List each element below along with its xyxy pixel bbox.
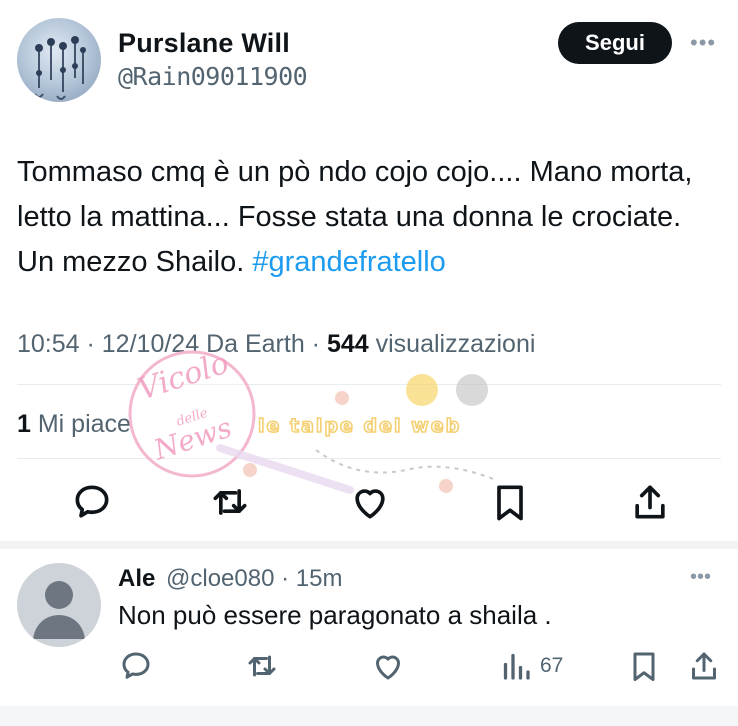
divider bbox=[17, 458, 721, 459]
tweet-time[interactable]: 10:54 bbox=[17, 330, 80, 358]
reply-retweet-icon[interactable] bbox=[244, 648, 280, 684]
reply-more-icon[interactable]: ••• bbox=[690, 566, 711, 589]
section-separator bbox=[0, 541, 738, 549]
views-label: visualizzazioni bbox=[375, 330, 536, 358]
reply-text: Non può essere paragonato a shaila . bbox=[118, 600, 552, 630]
divider bbox=[17, 384, 721, 385]
reply-age: 15m bbox=[295, 565, 343, 592]
tweet-meta: 10:54 · 12/10/24 Da Earth · 544 visualiz… bbox=[17, 330, 536, 358]
reply-bookmark-icon[interactable] bbox=[626, 648, 662, 684]
views-count: 544 bbox=[326, 330, 369, 358]
reply-author-handle[interactable]: @cloe080 · 15m bbox=[166, 565, 342, 593]
reply-like-icon[interactable] bbox=[370, 648, 406, 684]
watermark-banner: le talpe del web bbox=[258, 415, 461, 437]
more-options-icon[interactable]: ••• bbox=[690, 30, 716, 56]
retweet-icon[interactable] bbox=[208, 480, 252, 524]
author-name[interactable]: Purslane Will bbox=[118, 28, 290, 59]
reply-reply-icon[interactable] bbox=[118, 648, 154, 684]
watermark-logo: Vicolo delle News le talpe del web bbox=[128, 346, 497, 494]
reply-icon[interactable] bbox=[70, 480, 114, 524]
reply-author-name[interactable]: Ale bbox=[118, 565, 155, 593]
bookmark-icon[interactable] bbox=[488, 480, 532, 524]
next-item-edge bbox=[0, 706, 738, 726]
hashtag-link[interactable]: #grandefratello bbox=[252, 246, 445, 278]
tweet-text: Tommaso cmq è un pò ndo cojo cojo.... Ma… bbox=[17, 150, 717, 285]
share-icon[interactable] bbox=[628, 480, 672, 524]
likes-summary[interactable]: 1 Mi piace bbox=[17, 410, 131, 439]
author-handle[interactable]: @Rain09011900 bbox=[118, 62, 308, 91]
tweet-source: Da Earth bbox=[206, 330, 305, 358]
like-icon[interactable] bbox=[348, 480, 392, 524]
watermark-stamp-line2: delle bbox=[175, 406, 210, 430]
tweet-date[interactable]: 12/10/24 bbox=[102, 330, 199, 358]
author-avatar[interactable] bbox=[17, 18, 101, 102]
likes-label: Mi piace bbox=[37, 410, 131, 438]
follow-button[interactable]: Segui bbox=[558, 22, 672, 64]
reply-avatar[interactable] bbox=[17, 563, 101, 647]
reply-share-icon[interactable] bbox=[686, 648, 722, 684]
likes-count: 1 bbox=[17, 410, 31, 438]
reply-views-icon[interactable] bbox=[498, 648, 534, 684]
reply-handle-text: @cloe080 bbox=[166, 565, 275, 592]
reply-views-count: 67 bbox=[540, 654, 564, 677]
